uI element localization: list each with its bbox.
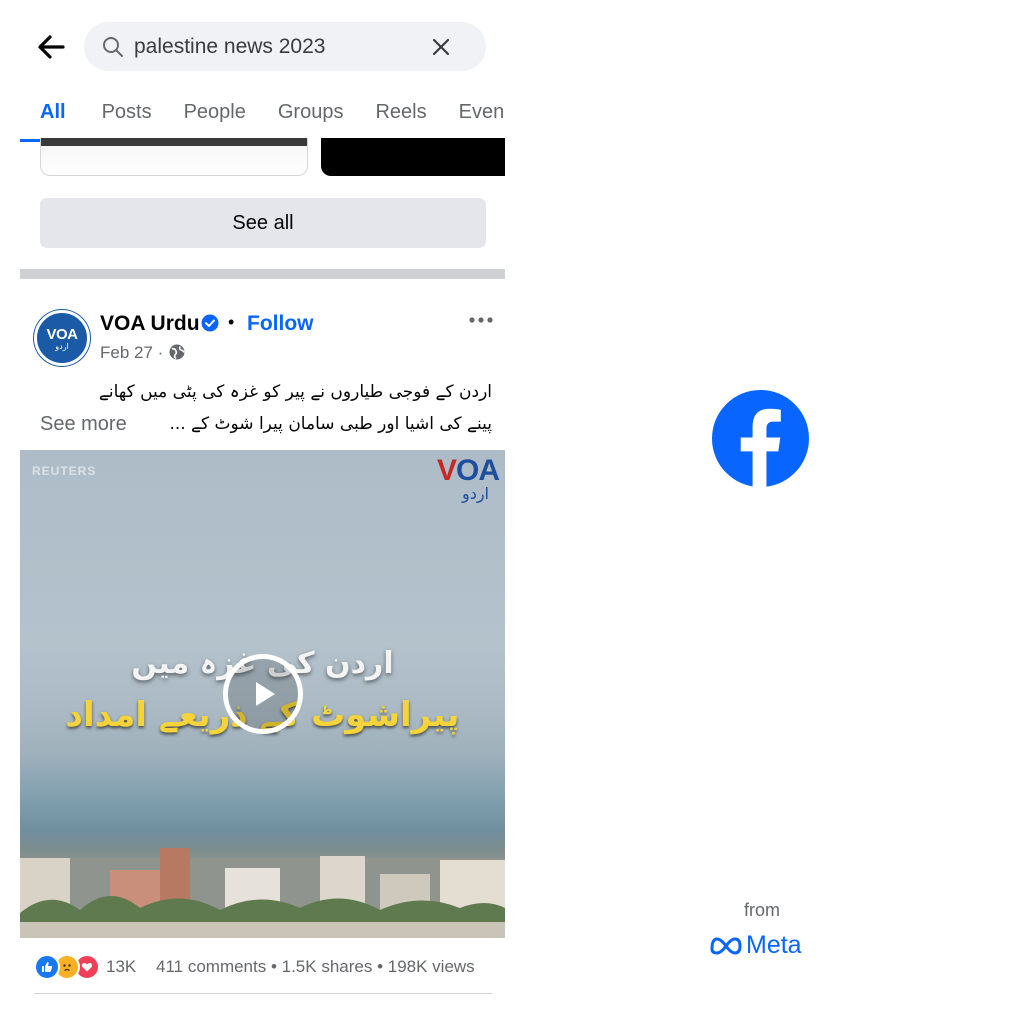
from-label: from	[744, 900, 780, 920]
meta-brand-text: Meta	[746, 930, 802, 959]
video-watermark: REUTERS	[32, 464, 97, 478]
arrow-left-icon	[38, 35, 65, 59]
clear-search-button[interactable]	[428, 34, 454, 60]
play-button[interactable]	[223, 654, 303, 734]
like-reaction-icon	[34, 954, 60, 980]
result-thumbnail[interactable]	[321, 138, 505, 176]
search-input[interactable]	[134, 34, 414, 59]
see-more-link[interactable]: See more	[40, 408, 127, 440]
post-video[interactable]: REUTERS VOA اردو اردن کی غزہ میں پیراشوٹ…	[20, 450, 505, 938]
avatar-logo-text: VOA	[46, 325, 78, 343]
post-text-line: پینے کی اشیا اور طبی سامان پیرا شوٹ کے .…	[169, 414, 492, 434]
video-frame-scenery	[20, 848, 505, 938]
tab-posts[interactable]: Posts	[86, 88, 168, 142]
meta-brand: Meta	[709, 930, 802, 960]
verified-badge-icon	[201, 314, 219, 332]
voa-logo-v: V	[436, 454, 457, 487]
tab-groups[interactable]: Groups	[262, 88, 360, 142]
reaction-count[interactable]: 13K	[106, 957, 136, 977]
more-horizontal-icon	[469, 317, 493, 323]
tab-all[interactable]: All	[20, 88, 86, 142]
back-button[interactable]	[30, 26, 72, 68]
see-all-button[interactable]: See all	[40, 198, 486, 248]
tab-events[interactable]: Even	[443, 88, 505, 142]
voa-logo-rest: OA	[456, 454, 500, 487]
result-thumbnail[interactable]	[40, 138, 308, 176]
tab-reels[interactable]: Reels	[359, 88, 442, 142]
post-text-line: اردن کے فوجی طیاروں نے پیر کو غزہ کی پٹی…	[98, 382, 492, 402]
avatar-logo-subtext: اردو	[55, 341, 69, 351]
search-bar[interactable]	[84, 22, 486, 71]
post-text: اردن کے فوجی طیاروں نے پیر کو غزہ کی پٹی…	[40, 376, 492, 440]
facebook-logo-icon	[711, 389, 810, 488]
search-icon	[100, 34, 126, 60]
voa-logo: VOA اردو	[436, 454, 500, 503]
section-divider	[20, 269, 505, 279]
search-filter-tabs: All Posts People Groups Reels Even	[20, 88, 505, 142]
post-author-name[interactable]: VOA Urdu	[100, 312, 200, 336]
post-options-button[interactable]	[466, 308, 496, 332]
post-engagement-stats[interactable]: 411 comments • 1.5K shares • 198K views	[156, 957, 475, 977]
post-text-row: See more پینے کی اشیا اور طبی سامان پیرا…	[40, 408, 492, 440]
close-icon	[432, 38, 450, 56]
globe-icon	[169, 344, 185, 360]
follow-button[interactable]: Follow	[247, 312, 314, 336]
post-timestamp[interactable]: Feb 27 ·	[100, 343, 163, 363]
separator-dot: •	[228, 312, 235, 332]
search-results-screen: All Posts People Groups Reels Even See a…	[0, 0, 505, 1024]
meta-logo-icon	[710, 937, 742, 955]
divider	[34, 993, 492, 994]
avatar[interactable]: VOA اردو	[34, 310, 90, 366]
tab-people[interactable]: People	[168, 88, 262, 142]
play-icon	[256, 682, 275, 706]
reaction-icons[interactable]	[34, 954, 100, 980]
